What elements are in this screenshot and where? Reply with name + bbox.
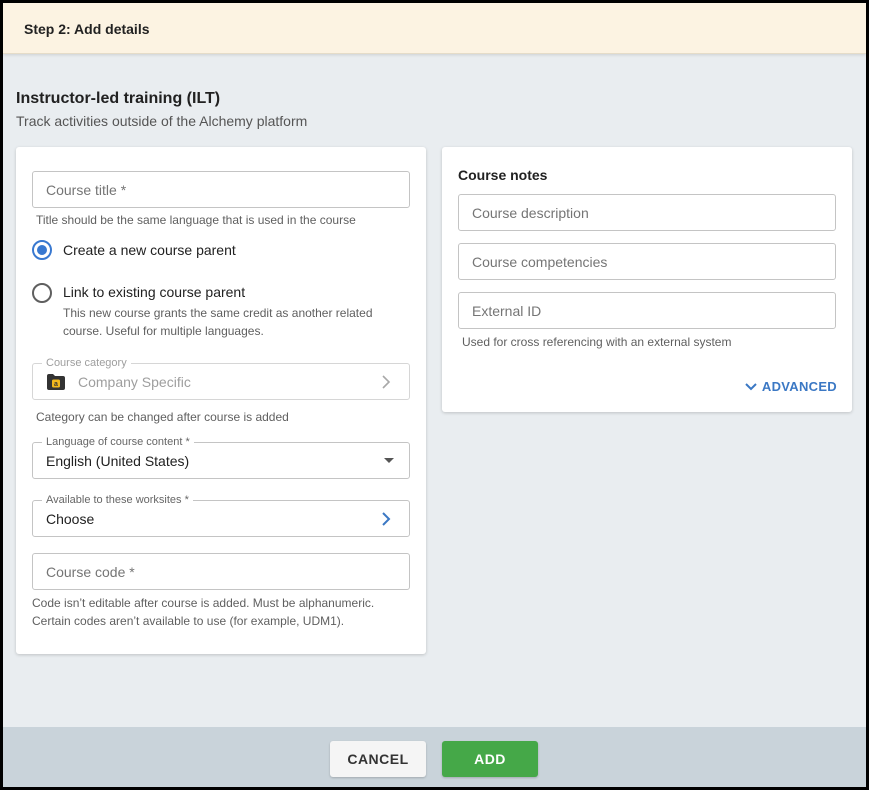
course-notes-title: Course notes: [458, 167, 548, 183]
advanced-toggle[interactable]: ADVANCED: [745, 379, 837, 394]
create-parent-label[interactable]: Create a new course parent: [63, 242, 236, 258]
link-parent-label[interactable]: Link to existing course parent: [63, 284, 245, 300]
dialog-footer: CANCEL ADD: [3, 727, 866, 787]
language-label: Language of course content *: [42, 436, 194, 448]
create-parent-radio[interactable]: [32, 240, 52, 260]
course-code-helper-1: Code isn’t editable after course is adde…: [32, 596, 375, 610]
page-subtitle: Track activities outside of the Alchemy …: [16, 113, 308, 129]
svg-text:a: a: [54, 381, 58, 388]
external-id-helper: Used for cross referencing with an exter…: [462, 335, 732, 349]
chevron-right-icon[interactable]: [381, 511, 391, 526]
step-title: Step 2: Add details: [24, 21, 150, 37]
page-title: Instructor-led training (ILT): [16, 90, 221, 107]
course-competencies-placeholder: Course competencies: [472, 253, 608, 270]
step-header: Step 2: Add details: [3, 3, 866, 54]
course-description-placeholder: Course description: [472, 204, 589, 221]
course-notes-card: Course notes Course description Course c…: [442, 147, 852, 412]
course-title-placeholder: Course title *: [46, 181, 127, 198]
language-value: English (United States): [46, 452, 190, 469]
dialog-frame: Step 2: Add details Instructor-led train…: [3, 3, 866, 787]
course-category-label: Course category: [42, 357, 131, 369]
course-code-placeholder: Course code *: [46, 563, 135, 580]
worksites-label: Available to these worksites *: [42, 494, 193, 506]
external-id-input[interactable]: External ID: [458, 292, 836, 329]
folder-icon: a: [47, 374, 65, 390]
link-parent-description: This new course grants the same credit a…: [63, 306, 373, 338]
course-competencies-input[interactable]: Course competencies: [458, 243, 836, 280]
cancel-button[interactable]: CANCEL: [330, 741, 426, 777]
course-category-value: Company Specific: [78, 373, 191, 390]
course-title-input[interactable]: Course title *: [32, 171, 410, 208]
course-details-card: Course title * Title should be the same …: [16, 147, 426, 654]
course-code-helper-2: Certain codes aren’t available to use (f…: [32, 614, 345, 628]
external-id-placeholder: External ID: [472, 302, 542, 319]
dropdown-arrow-icon: [384, 457, 394, 463]
course-description-input[interactable]: Course description: [458, 194, 836, 231]
course-category-field: Course category a Company Specific: [32, 357, 410, 400]
course-title-helper: Title should be the same language that i…: [36, 213, 356, 227]
advanced-label: ADVANCED: [761, 379, 837, 394]
add-button[interactable]: ADD: [442, 741, 538, 777]
course-code-input[interactable]: Course code *: [32, 553, 410, 590]
link-parent-radio[interactable]: [32, 283, 52, 303]
course-category-helper: Category can be changed after course is …: [36, 410, 289, 424]
worksites-field[interactable]: Available to these worksites * Choose: [32, 494, 410, 537]
worksites-value: Choose: [46, 510, 95, 527]
language-select[interactable]: Language of course content * English (Un…: [32, 436, 410, 479]
chevron-right-icon: [382, 374, 391, 389]
chevron-down-icon: [745, 382, 757, 390]
